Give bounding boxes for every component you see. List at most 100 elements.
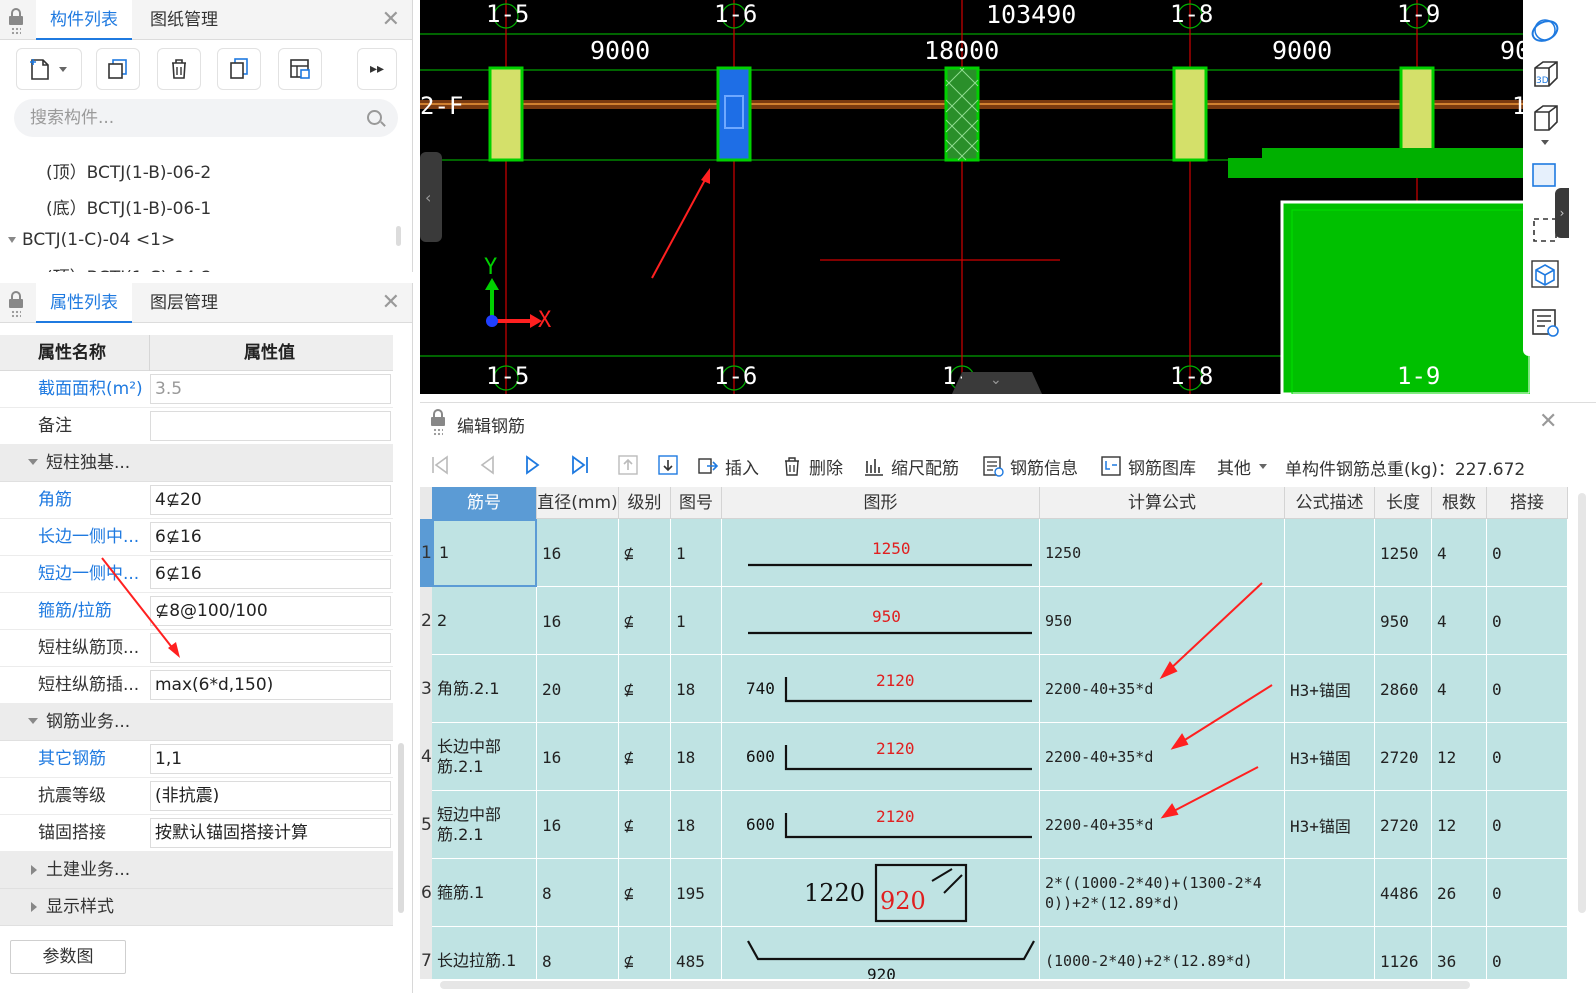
- vertical-scrollbar[interactable]: [1578, 493, 1586, 913]
- property-value-field[interactable]: 按默认锚固搭接计算: [150, 818, 391, 848]
- count-cell[interactable]: 4: [1432, 519, 1487, 587]
- first-record-icon[interactable]: [428, 453, 452, 477]
- rebar-library-button[interactable]: 钢筋图库: [1100, 452, 1196, 480]
- parameter-diagram-button[interactable]: 参数图: [10, 940, 126, 974]
- tree-item[interactable]: (底）BCTJ(1-B)-06-1: [46, 194, 211, 219]
- count-cell[interactable]: 26: [1432, 859, 1487, 927]
- move-down-icon[interactable]: [656, 453, 680, 477]
- tab-layer-management[interactable]: 图层管理: [136, 283, 232, 323]
- table-row[interactable]: 6 箍筋.1 8 ⊈ 195 1220 920 2*((1000-2*40)+(1300-2*…: [420, 859, 1568, 927]
- rebar-name-cell[interactable]: 短边中部筋.2.1: [432, 791, 537, 859]
- copy-button[interactable]: [96, 48, 140, 90]
- formula-desc-cell[interactable]: [1285, 587, 1375, 655]
- grade-cell[interactable]: ⊈: [619, 859, 671, 927]
- figure-no-cell[interactable]: 18: [671, 655, 722, 723]
- col-formula[interactable]: 计算公式: [1040, 487, 1285, 519]
- rebar-name-cell[interactable]: 长边拉筋.1: [432, 927, 537, 979]
- tab-component-list[interactable]: 构件列表: [36, 0, 132, 40]
- col-shape[interactable]: 图形: [722, 487, 1040, 519]
- diameter-cell[interactable]: 8: [537, 859, 619, 927]
- cube-icon[interactable]: [1529, 102, 1561, 134]
- count-cell[interactable]: 4: [1432, 655, 1487, 723]
- shape-cell[interactable]: 1220 920: [722, 859, 1040, 927]
- row-number[interactable]: 6: [420, 859, 432, 927]
- count-cell[interactable]: 36: [1432, 927, 1487, 979]
- property-group[interactable]: 土建业务...: [0, 852, 393, 889]
- formula-desc-cell[interactable]: [1285, 859, 1375, 927]
- row-number[interactable]: 5: [420, 791, 432, 859]
- formula-cell[interactable]: 1250: [1040, 519, 1285, 587]
- chevron-down-icon[interactable]: [8, 237, 16, 243]
- length-cell[interactable]: 2720: [1375, 791, 1432, 859]
- shape-cell[interactable]: 600 2120: [722, 723, 1040, 791]
- grade-cell[interactable]: ⊈: [619, 927, 671, 979]
- lap-cell[interactable]: 0: [1487, 723, 1568, 791]
- property-group[interactable]: 钢筋业务...: [0, 704, 393, 741]
- length-cell[interactable]: 2860: [1375, 655, 1432, 723]
- move-up-icon[interactable]: [616, 453, 640, 477]
- count-cell[interactable]: 12: [1432, 791, 1487, 859]
- table-row[interactable]: 4 长边中部筋.2.1 16 ⊈ 18 600 2120 2200-40+35*d H3+锚固 2…: [420, 723, 1568, 791]
- scale-rebar-button[interactable]: 缩尺配筋: [863, 452, 959, 480]
- formula-desc-cell[interactable]: H3+锚固: [1285, 723, 1375, 791]
- formula-cell[interactable]: 2200-40+35*d: [1040, 723, 1285, 791]
- length-cell[interactable]: 1250: [1375, 519, 1432, 587]
- figure-no-cell[interactable]: 195: [671, 859, 722, 927]
- lock-icon[interactable]: [430, 409, 446, 436]
- figure-no-cell[interactable]: 1: [671, 519, 722, 587]
- row-number[interactable]: 1: [420, 519, 432, 587]
- lap-cell[interactable]: 0: [1487, 587, 1568, 655]
- formula-desc-cell[interactable]: H3+锚固: [1285, 655, 1375, 723]
- figure-no-cell[interactable]: 18: [671, 723, 722, 791]
- grade-cell[interactable]: ⊈: [619, 587, 671, 655]
- lap-cell[interactable]: 0: [1487, 859, 1568, 927]
- lock-icon[interactable]: [8, 8, 24, 35]
- tree-item[interactable]: (顶）BCTJ(1-B)-06-2: [46, 158, 211, 183]
- col-figure-no[interactable]: 图号: [671, 487, 722, 519]
- property-value-field[interactable]: 3.5: [150, 374, 391, 404]
- insert-button[interactable]: 插入: [697, 452, 759, 480]
- diameter-cell[interactable]: 16: [537, 791, 619, 859]
- grade-cell[interactable]: ⊈: [619, 519, 671, 587]
- diameter-cell[interactable]: 8: [537, 927, 619, 979]
- table-row[interactable]: 5 短边中部筋.2.1 16 ⊈ 18 600 2120 2200-40+35*d H3+锚固 2…: [420, 791, 1568, 859]
- property-value-field[interactable]: 4⊈20: [150, 485, 391, 515]
- chevron-down-icon[interactable]: [28, 718, 38, 724]
- col-diameter[interactable]: 直径(mm): [537, 487, 619, 519]
- chevron-down-icon[interactable]: [28, 459, 38, 465]
- chevron-right-icon[interactable]: ›: [1555, 188, 1569, 238]
- search-input[interactable]: 搜索构件...: [14, 99, 398, 137]
- scrollbar[interactable]: [396, 226, 401, 246]
- length-cell[interactable]: 950: [1375, 587, 1432, 655]
- property-group[interactable]: 短柱独基...: [0, 445, 393, 482]
- count-cell[interactable]: 4: [1432, 587, 1487, 655]
- col-formula-desc[interactable]: 公式描述: [1285, 487, 1375, 519]
- property-value-field[interactable]: 6⊈16: [150, 522, 391, 552]
- chevron-down-icon[interactable]: ⌄: [990, 372, 1002, 388]
- next-record-icon[interactable]: [520, 453, 544, 477]
- shape-cell[interactable]: 920: [722, 927, 1040, 979]
- rebar-info-button[interactable]: 钢筋信息: [982, 452, 1078, 480]
- property-value-field[interactable]: 1,1: [150, 744, 391, 774]
- formula-cell[interactable]: 950: [1040, 587, 1285, 655]
- chevron-right-icon[interactable]: [31, 865, 37, 875]
- row-number[interactable]: 2: [420, 587, 432, 655]
- diameter-cell[interactable]: 20: [537, 655, 619, 723]
- cube-3d-icon[interactable]: 3D: [1529, 58, 1561, 90]
- delete-row-button[interactable]: 删除: [781, 452, 843, 480]
- shape-cell[interactable]: 600 2120: [722, 791, 1040, 859]
- formula-cell[interactable]: (1000-2*40)+2*(12.89*d): [1040, 927, 1285, 979]
- lap-cell[interactable]: 0: [1487, 655, 1568, 723]
- more-button[interactable]: ▸▸: [357, 48, 397, 90]
- row-number[interactable]: 7: [420, 927, 432, 979]
- col-grade[interactable]: 级别: [619, 487, 671, 519]
- filter-button[interactable]: [278, 48, 322, 90]
- lap-cell[interactable]: 0: [1487, 519, 1568, 587]
- close-icon[interactable]: ✕: [1539, 409, 1557, 434]
- table-row[interactable]: 3 角筋.2.1 20 ⊈ 18 740 2120 2200-40+35*d H3+锚固 2860…: [420, 655, 1568, 723]
- diameter-cell[interactable]: 16: [537, 587, 619, 655]
- shape-cell[interactable]: 740 2120: [722, 655, 1040, 723]
- formula-desc-cell[interactable]: H3+锚固: [1285, 791, 1375, 859]
- search-icon[interactable]: [367, 110, 382, 125]
- lap-cell[interactable]: 0: [1487, 927, 1568, 979]
